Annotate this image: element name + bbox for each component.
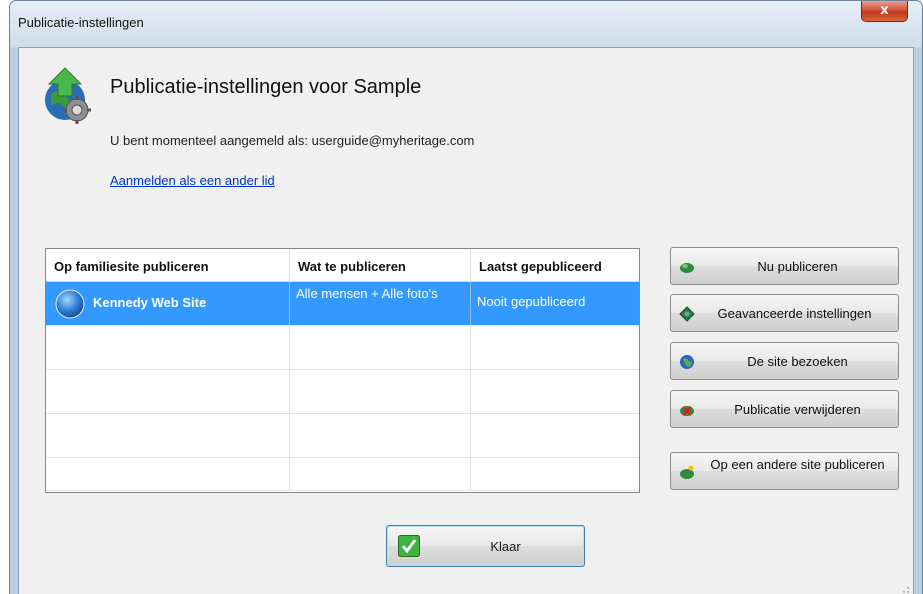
table-header: Op familiesite publiceren Wat te publice… [46, 249, 639, 282]
publish-now-icon [680, 263, 694, 273]
table-row[interactable]: Kennedy Web Site Alle mensen + Alle foto… [46, 282, 639, 326]
visit-site-icon [680, 355, 694, 369]
done-button[interactable]: Klaar [386, 525, 585, 567]
done-label: Klaar [490, 539, 521, 554]
window-title: Publicatie-instellingen [18, 15, 144, 30]
column-header-what[interactable]: Wat te publiceren [290, 249, 471, 281]
table-row[interactable] [46, 458, 639, 491]
advanced-settings-icon [679, 306, 695, 322]
button-label: De site bezoeken [747, 354, 848, 369]
when-cell: Nooit gepubliceerd [477, 294, 586, 309]
remove-publication-button[interactable]: Publicatie verwijderen [670, 390, 899, 428]
publish-sites-table: Op familiesite publiceren Wat te publice… [45, 248, 640, 493]
publish-gear-globe-icon [45, 67, 91, 124]
remove-publication-icon [680, 406, 694, 416]
table-row[interactable] [46, 370, 639, 414]
close-button[interactable]: x [861, 1, 908, 22]
button-label: Geavanceerde instellingen [717, 306, 872, 321]
resize-grip-icon[interactable] [899, 583, 909, 593]
button-label: Nu publiceren [757, 259, 838, 274]
column-header-site[interactable]: Op familiesite publiceren [46, 249, 290, 281]
button-label: Publicatie verwijderen [734, 402, 861, 417]
site-name: Kennedy Web Site [93, 295, 207, 310]
title-bar[interactable]: Publicatie-instellingen x [10, 1, 922, 47]
table-row[interactable] [46, 326, 639, 370]
close-icon: x [880, 3, 889, 18]
publish-other-site-button[interactable]: Op een andere site publiceren [670, 452, 899, 490]
advanced-settings-button[interactable]: Geavanceerde instellingen [670, 294, 899, 332]
globe-icon [55, 289, 85, 319]
dialog-window: Publicatie-instellingen x Publicatie-ins… [9, 0, 923, 594]
dialog-content: Publicatie-instellingen voor Sample U be… [18, 47, 914, 594]
change-member-link[interactable]: Aanmelden als een ander lid [110, 173, 275, 188]
signed-in-text: U bent momenteel aangemeld als: userguid… [110, 133, 475, 148]
table-row[interactable] [46, 414, 639, 458]
visit-site-button[interactable]: De site bezoeken [670, 342, 899, 380]
what-cell: Alle mensen + Alle foto's [290, 282, 471, 325]
publish-other-site-icon [680, 465, 694, 479]
site-cell: Kennedy Web Site [46, 282, 290, 325]
column-header-when[interactable]: Laatst gepubliceerd [471, 249, 639, 281]
button-label: Op een andere site publiceren [710, 457, 885, 472]
page-title: Publicatie-instellingen voor Sample [110, 76, 422, 98]
checkmark-icon [398, 535, 420, 557]
publish-now-button[interactable]: Nu publiceren [670, 247, 899, 285]
